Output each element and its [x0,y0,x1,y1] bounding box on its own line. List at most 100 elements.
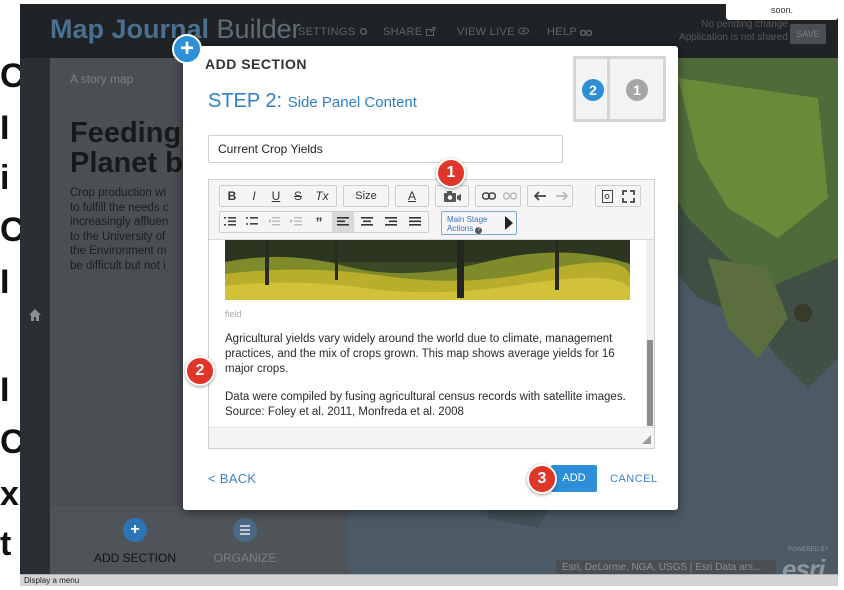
strikethrough-button[interactable]: S [288,186,308,206]
home-icon[interactable] [28,308,42,322]
help-label: HELP [547,26,577,38]
numbered-list-icon [224,217,236,226]
field-photo [225,240,630,300]
tooltip-popup: soon. [726,4,838,20]
outdent-button[interactable] [264,212,284,232]
align-left-icon [337,217,349,226]
editor-status-bar [209,427,654,448]
help-icon: ? [475,227,483,234]
eye-icon [518,27,530,35]
redo-icon[interactable] [555,191,568,201]
callout-2-badge: 2 [185,356,215,386]
add-icon: + [123,518,147,542]
view-live-menu[interactable]: VIEW LIVE [457,26,530,38]
side-panel-body: Crop production wi to fulfill the needs … [70,187,169,272]
status-bar: Display a menu [20,574,838,586]
format-group: B I U S Tx [219,185,337,207]
help-menu[interactable]: HELP [547,26,593,38]
notice-line-2: Application is not shared [679,32,788,43]
align-right-button[interactable] [380,212,402,232]
share-menu[interactable]: SHARE [383,26,436,38]
font-color-dropdown[interactable]: A [395,185,429,207]
editor-scrollbar[interactable] [646,240,654,427]
size-dropdown[interactable]: Size [343,185,389,207]
share-label: SHARE [383,26,423,38]
side-panel-subtitle: A story map [70,72,134,86]
step-prefix: STEP 2: [208,90,283,112]
numbered-list-button[interactable] [220,212,240,232]
editor-scrollbar-thumb[interactable] [647,340,653,426]
align-center-button[interactable] [356,212,378,232]
add-button[interactable]: ADD [551,465,597,492]
justify-button[interactable] [404,212,426,232]
content-paragraph-1[interactable]: Agricultural yields vary widely around t… [225,332,635,377]
organize-button[interactable]: ORGANIZE [190,518,300,565]
add-section-dialog: ADD SECTION STEP 2: Side Panel Content 2… [183,46,678,510]
bold-button[interactable]: B [222,186,242,206]
size-label: Size [355,190,377,202]
underline-button[interactable]: U [266,186,286,206]
cancel-button[interactable]: CANCEL [610,473,658,485]
step-name: Side Panel Content [287,94,417,111]
step-2-indicator: 2 [582,79,604,101]
insert-media-group [435,185,469,207]
paragraph-group: ” [219,211,429,233]
settings-menu[interactable]: SETTINGS [298,26,368,38]
bg-letter-8: x [0,475,19,513]
view-live-label: VIEW LIVE [457,26,515,38]
bg-letter-2: I [0,109,10,147]
rich-text-editor[interactable]: B I U S Tx Size A ” Main Stage Actions ?… [208,179,655,449]
share-icon [425,27,436,36]
bg-letter-6: I [0,371,10,409]
callout-1-badge: 1 [436,158,466,188]
dialog-title: ADD SECTION [205,56,307,72]
main-stage-actions-button[interactable]: Main Stage Actions ? [441,211,517,235]
step-divider [607,59,610,119]
step-1-indicator[interactable]: 1 [626,79,648,101]
blockquote-button[interactable]: ” [308,212,330,232]
image-caption: field [225,309,242,319]
indent-icon [290,217,302,226]
gear-icon [359,27,367,36]
editor-toolbar: B I U S Tx Size A ” Main Stage Actions ? [209,180,654,240]
align-center-icon [361,217,373,226]
add-section-label: ADD SECTION [93,551,176,565]
step-heading: STEP 2: Side Panel Content [208,90,417,113]
bulleted-list-icon [246,217,258,225]
quote-icon: ” [315,214,323,230]
binoculars-icon [579,29,593,37]
align-right-icon [385,217,397,226]
section-title-input[interactable] [208,135,563,163]
align-left-button[interactable] [332,212,354,232]
camera-icon[interactable] [444,190,462,203]
unlink-icon[interactable] [503,192,517,200]
content-paragraph-2[interactable]: Data were compiled by fusing agricultura… [225,390,635,420]
history-group [527,185,573,207]
resize-handle[interactable] [642,435,651,444]
bg-letter-5: I [0,263,10,301]
indent-button[interactable] [286,212,306,232]
callout-3-badge: 3 [527,464,557,494]
logo-light-text: Builder [216,14,301,44]
status-text: Display a menu [24,576,80,585]
settings-label: SETTINGS [298,26,356,38]
fullscreen-icon[interactable] [622,190,635,203]
add-section-button[interactable]: + ADD SECTION [80,518,190,565]
save-button[interactable]: SAVE [790,24,826,44]
remove-format-button[interactable]: Tx [310,186,334,206]
source-icon[interactable] [602,190,613,203]
left-nav-strip [20,58,50,586]
font-color-label: A [407,189,416,203]
italic-button[interactable]: I [244,186,264,206]
undo-icon[interactable] [534,191,547,201]
powered-by-text: POWERED BY [788,547,829,553]
list-icon [233,518,257,542]
link-group [475,185,521,207]
bulleted-list-button[interactable] [242,212,262,232]
editor-content-area[interactable]: field Agricultural yields vary widely ar… [209,240,646,427]
bg-letter-3: i [0,159,10,197]
back-button[interactable]: < BACK [208,471,256,486]
step-indicator: 2 1 [573,56,666,122]
justify-icon [409,217,421,226]
link-icon[interactable] [482,192,496,200]
